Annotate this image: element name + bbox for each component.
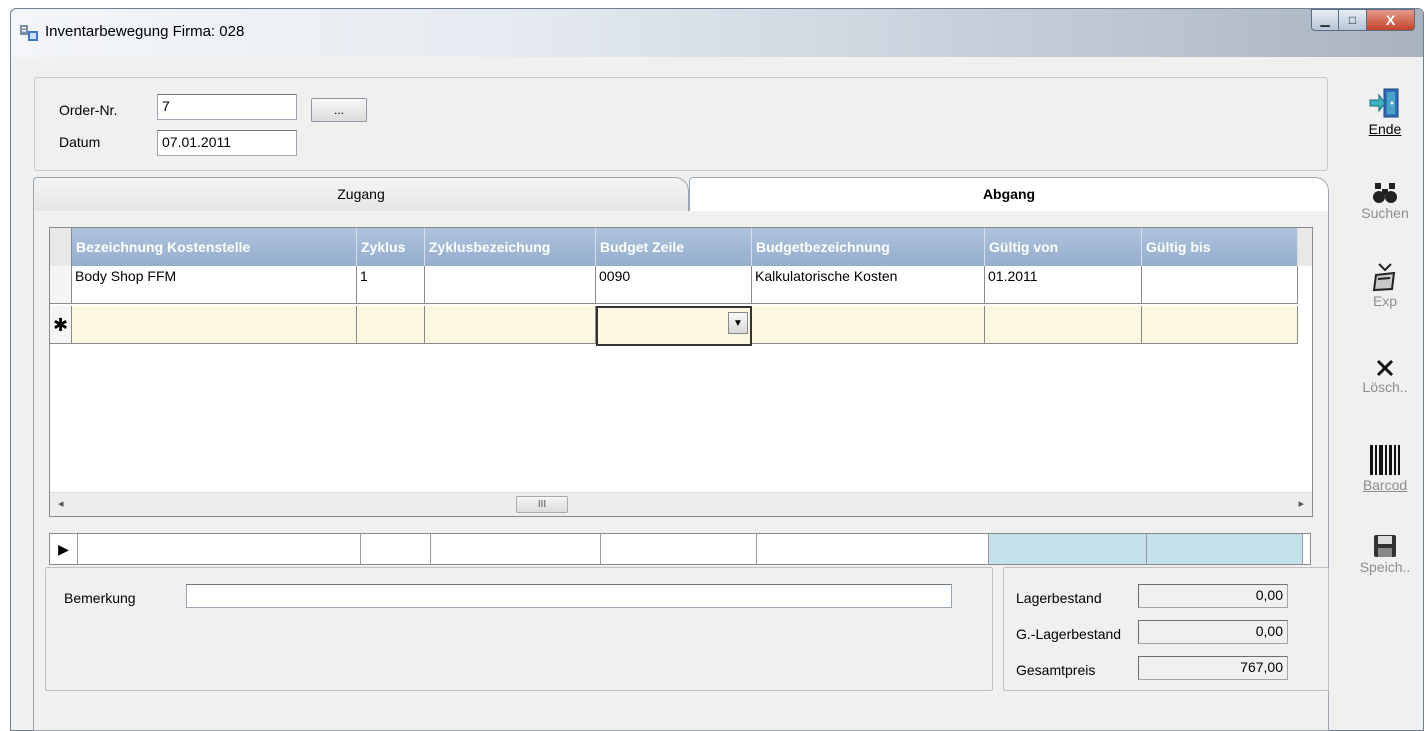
minimize-button[interactable]: ▁ [1311,9,1339,31]
summary-cell-highlight [989,534,1147,564]
exit-button[interactable]: Ende [1353,87,1417,137]
delete-label: Lösch.. [1362,379,1408,395]
horizontal-scrollbar[interactable]: ◂ III ▸ [50,492,1312,516]
summary-cell [601,534,757,564]
remark-input[interactable] [186,584,952,608]
budget-line-dropdown[interactable]: ▼ [596,306,752,346]
stock-label: Lagerbestand [1016,590,1102,606]
column-header-cycle-name[interactable]: Zyklusbezeichung [425,228,596,266]
summary-cell [78,534,361,564]
table-cell[interactable] [1142,266,1298,304]
grid-corner [50,228,72,266]
table-cell[interactable]: 1 [357,266,425,304]
order-header-group: Order-Nr. 7 ... Datum 07.01.2011 [34,77,1328,171]
search-button[interactable]: Suchen [1353,181,1417,221]
exit-label: Ende [1368,121,1402,137]
column-header-valid-from[interactable]: Gültig von [985,228,1142,266]
total-stock-label: G.-Lagerbestand [1016,626,1122,642]
remark-group: Bemerkung [45,567,993,691]
barcode-button[interactable]: Barcod [1353,443,1417,493]
summary-cell-highlight [1147,534,1303,564]
new-row-cell[interactable] [72,306,357,344]
window-title: Inventarbewegung Firma: 028 [45,23,245,40]
total-price-value: 767,00 [1138,656,1288,680]
client-area: Order-Nr. 7 ... Datum 07.01.2011 Zugang … [19,57,1417,731]
totals-group: Lagerbestand 0,00 G.-Lagerbestand 0,00 G… [1003,567,1329,691]
table-cell[interactable]: 01.2011 [985,266,1142,304]
new-row-cell[interactable] [985,306,1142,344]
app-icon [20,25,38,41]
summary-cell [431,534,601,564]
table-cell[interactable]: 0090 [596,266,752,304]
cost-center-grid: Bezeichnung Kostenstelle Zyklus Zyklusbe… [49,227,1313,517]
new-row-cell[interactable] [1142,306,1298,344]
delete-x-icon [1376,359,1394,377]
column-header-cycle[interactable]: Zyklus [357,228,425,266]
summary-cell [361,534,431,564]
date-input[interactable]: 07.01.2011 [157,130,297,156]
current-row-icon: ▶ [50,534,78,564]
column-header-budget-name[interactable]: Budgetbezeichnung [752,228,985,266]
chevron-down-icon[interactable]: ▼ [728,312,748,334]
row-selector[interactable] [50,266,72,304]
export-button[interactable]: Exp [1353,261,1417,309]
scroll-thumb[interactable]: III [516,496,568,513]
title-bar[interactable]: Inventarbewegung Firma: 028 ▁ □ X [11,9,1423,57]
save-button[interactable]: Speich.. [1353,533,1417,575]
barcode-label: Barcod [1362,477,1408,493]
main-window: Inventarbewegung Firma: 028 ▁ □ X Order-… [10,8,1424,731]
remark-label: Bemerkung [64,590,136,606]
exit-door-icon [1369,88,1399,118]
scroll-left-icon[interactable]: ◂ [58,497,64,510]
save-label: Speich.. [1359,559,1411,575]
table-cell[interactable]: Body Shop FFM [72,266,357,304]
table-cell[interactable] [425,266,596,304]
tab-abgang[interactable]: Abgang [689,177,1329,211]
new-row-marker[interactable]: ✱ [50,306,72,344]
date-label: Datum [59,134,101,150]
new-row-cell[interactable] [752,306,985,344]
column-header-valid-to[interactable]: Gültig bis [1142,228,1298,266]
delete-button[interactable]: Lösch.. [1353,357,1417,395]
export-label: Exp [1372,293,1398,309]
scroll-right-icon[interactable]: ▸ [1298,497,1304,510]
binoculars-icon [1373,183,1397,203]
close-button[interactable]: X [1367,9,1415,31]
summary-cell [757,534,989,564]
barcode-icon [1370,445,1400,475]
new-row-cell[interactable] [357,306,425,344]
new-row-cell[interactable] [425,306,596,344]
order-number-label: Order-Nr. [59,102,118,118]
search-label: Suchen [1361,205,1409,221]
order-number-input[interactable]: 7 [157,94,297,120]
total-stock-value: 0,00 [1138,620,1288,644]
window-controls: ▁ □ X [1311,9,1415,31]
table-cell[interactable]: Kalkulatorische Kosten [752,266,985,304]
column-header-cost-center[interactable]: Bezeichnung Kostenstelle [72,228,357,266]
column-header-budget-line[interactable]: Budget Zeile [596,228,752,266]
summary-row: ▶ [49,533,1311,565]
export-icon [1372,263,1396,292]
stock-value: 0,00 [1138,584,1288,608]
maximize-button[interactable]: □ [1339,9,1367,31]
tab-zugang[interactable]: Zugang [33,177,689,211]
floppy-disk-icon [1374,535,1396,557]
total-price-label: Gesamtpreis [1016,662,1096,678]
grid-header-filler [1298,228,1312,266]
order-lookup-button[interactable]: ... [311,98,367,122]
